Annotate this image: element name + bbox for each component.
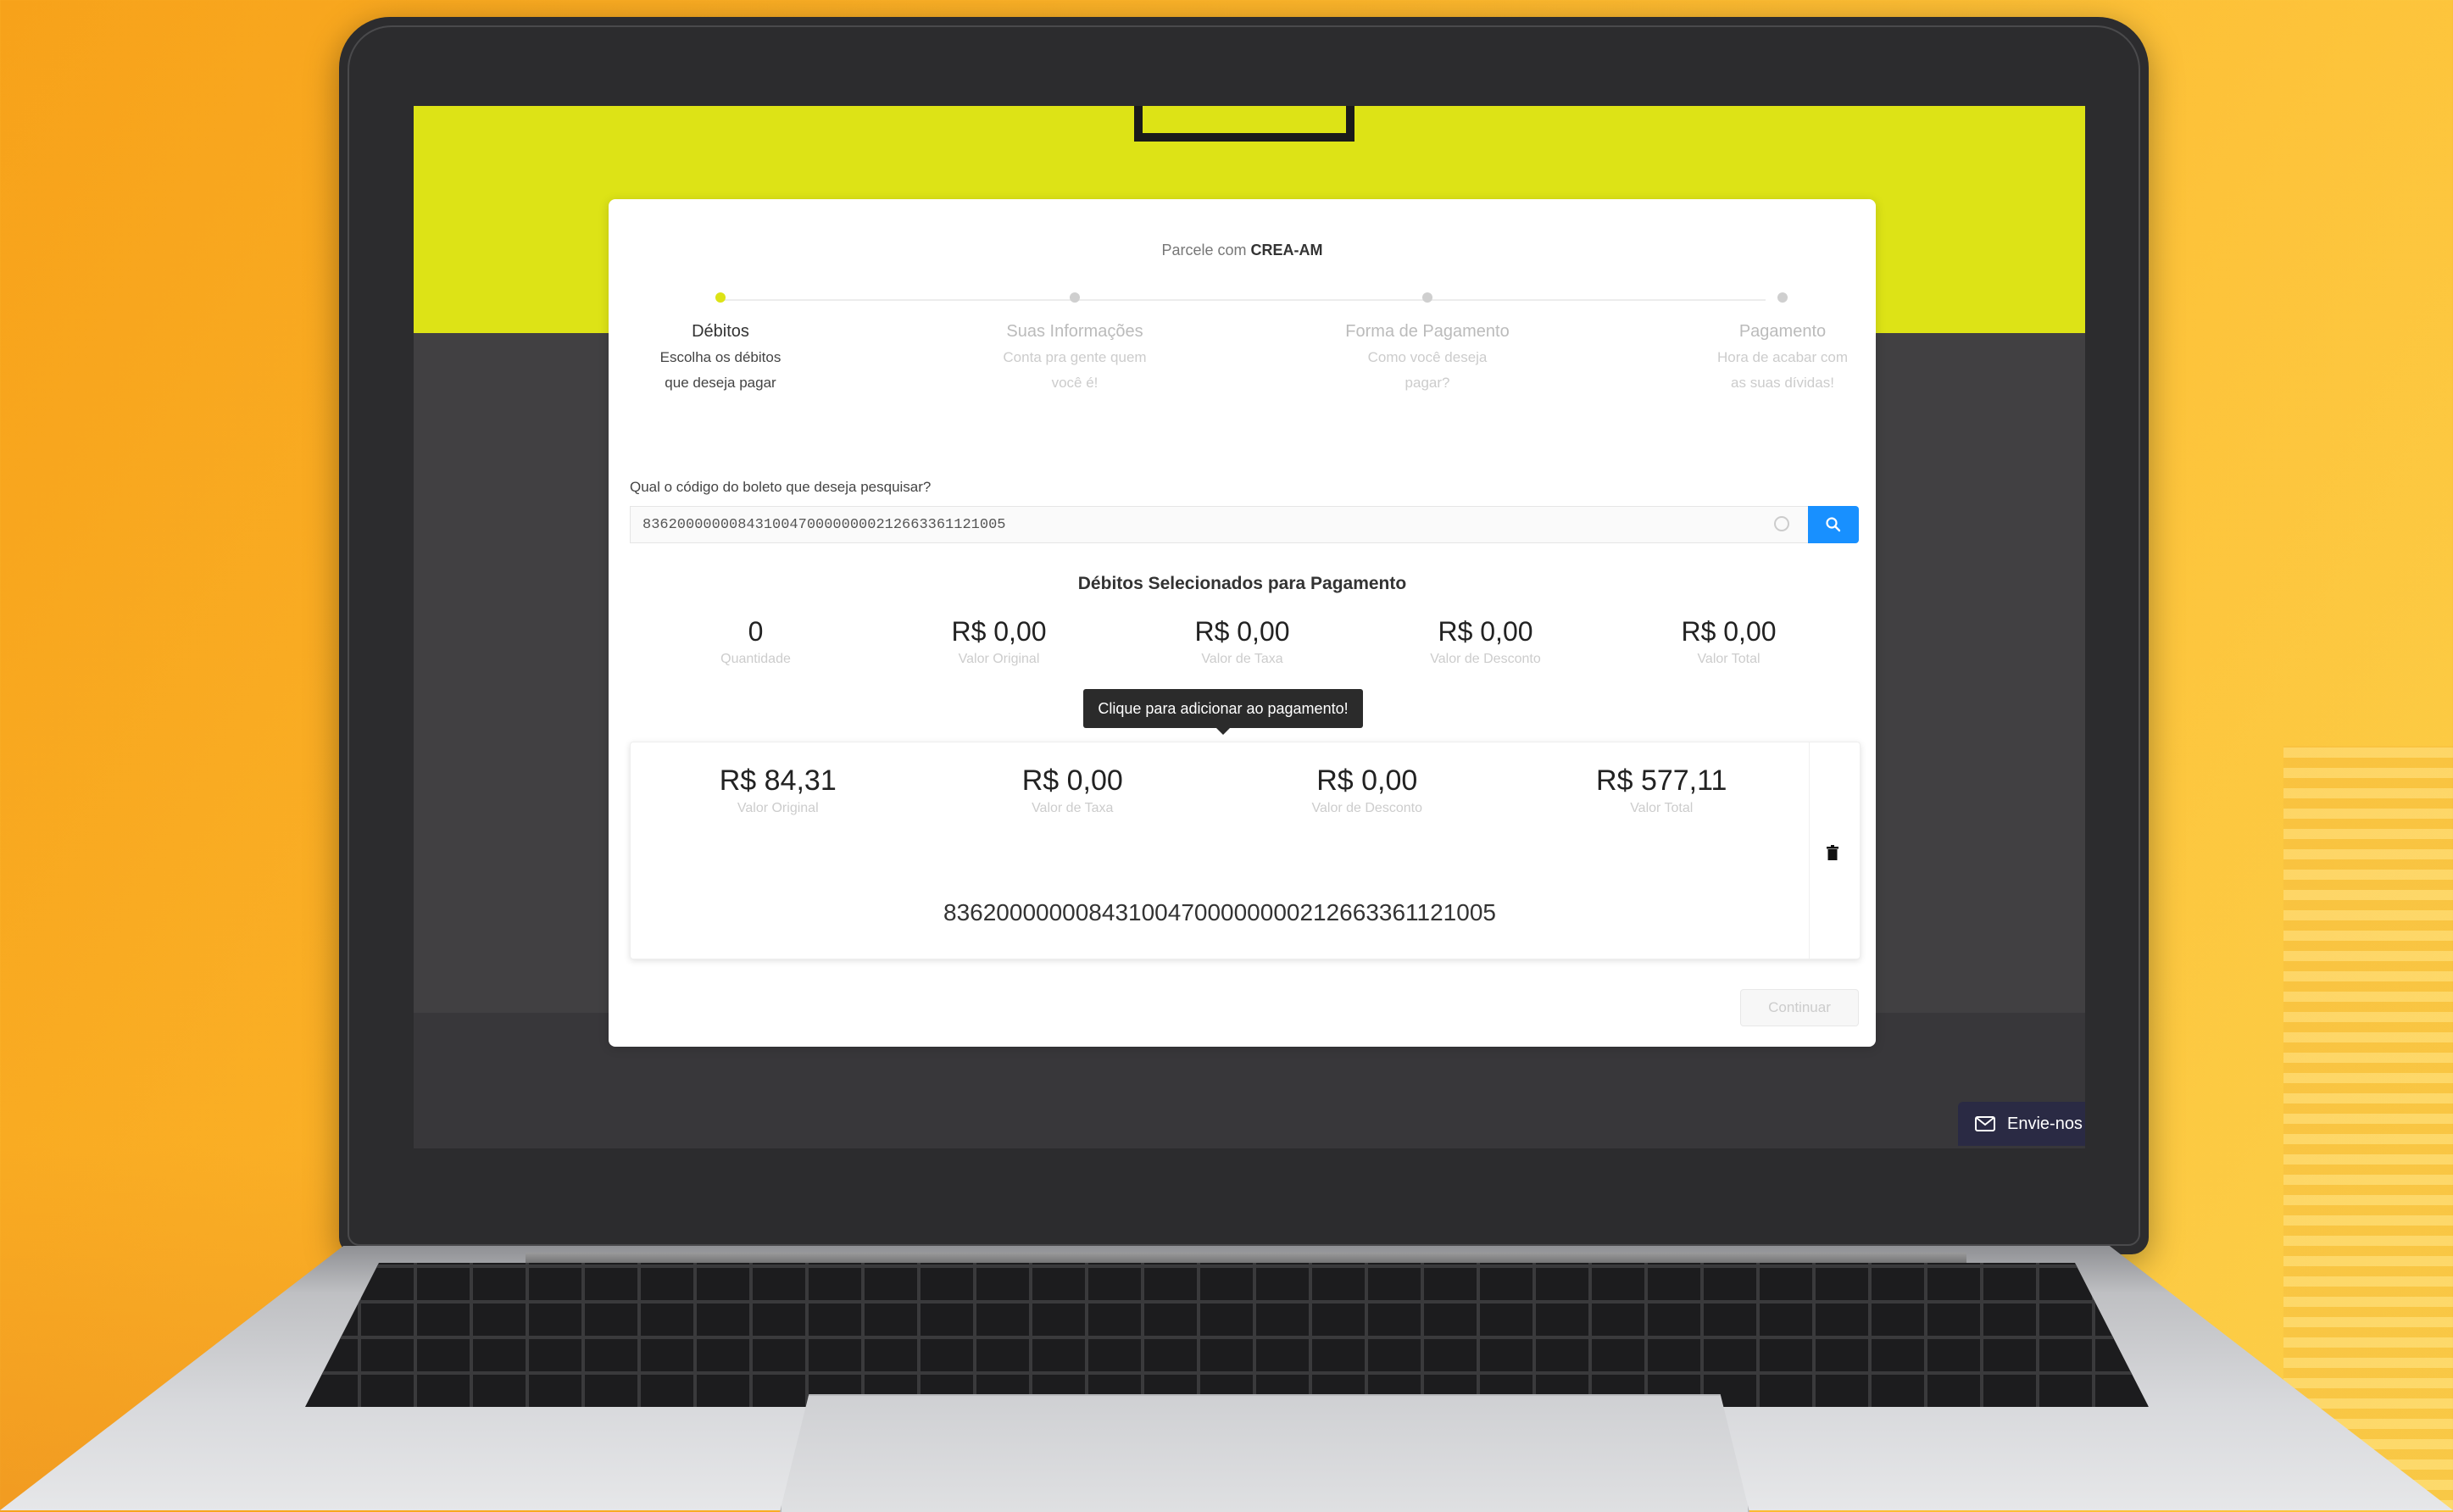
step-dot bbox=[715, 292, 726, 303]
search-label: Qual o código do boleto que deseja pesqu… bbox=[630, 479, 932, 495]
step-desc: Como você deseja bbox=[1367, 349, 1488, 365]
stat-label: Valor Total bbox=[1630, 801, 1694, 815]
laptop-keyboard bbox=[305, 1263, 2149, 1407]
debit-values: R$ 84,31 Valor Original R$ 0,00 Valor de… bbox=[631, 764, 1809, 816]
stat-value: R$ 0,00 bbox=[1681, 616, 1777, 647]
step-dot bbox=[1777, 292, 1788, 303]
stat-value: R$ 84,31 bbox=[719, 764, 837, 797]
summary-quantidade: 0 Quantidade bbox=[634, 614, 877, 674]
stepper-line bbox=[719, 299, 1766, 301]
step-desc: Hora de acabar com bbox=[1716, 349, 1849, 365]
step-title: Pagamento bbox=[1738, 322, 1827, 341]
step-suas-informacoes[interactable]: Suas Informações Conta pra gente quem vo… bbox=[973, 292, 1176, 396]
step-title: Débitos bbox=[692, 322, 749, 341]
clear-icon[interactable] bbox=[1774, 516, 1789, 531]
summary-valor-total: R$ 0,00 Valor Total bbox=[1607, 614, 1850, 674]
step-desc: as suas dívidas! bbox=[1731, 375, 1834, 391]
summary-valor-desconto: R$ 0,00 Valor de Desconto bbox=[1364, 614, 1607, 674]
stat-label: Valor de Desconto bbox=[1311, 801, 1422, 815]
stat-value: R$ 0,00 bbox=[951, 616, 1047, 647]
step-desc: você é! bbox=[1051, 375, 1099, 391]
selected-debits-title: Débitos Selecionados para Pagamento bbox=[1077, 574, 1407, 593]
stat-label: Quantidade bbox=[720, 652, 791, 666]
contact-label: Envie-nos bbox=[2007, 1114, 2083, 1133]
logo bbox=[1134, 106, 1354, 142]
delete-debit-button[interactable] bbox=[1820, 840, 1845, 865]
stat-label: Valor Original bbox=[958, 652, 1040, 666]
boleto-search-input[interactable] bbox=[630, 506, 1808, 543]
stat-value: R$ 0,00 bbox=[1021, 764, 1123, 797]
debit-valor-desconto: R$ 0,00 Valor de Desconto bbox=[1220, 764, 1515, 816]
search-icon bbox=[1826, 517, 1841, 532]
continue-button[interactable]: Continuar bbox=[1740, 989, 1859, 1026]
step-dot bbox=[1422, 292, 1432, 303]
step-dot bbox=[1070, 292, 1080, 303]
step-desc: que deseja pagar bbox=[665, 375, 776, 391]
laptop-hinge bbox=[526, 1253, 1966, 1265]
laptop-trackpad bbox=[780, 1394, 1749, 1512]
debit-code: 8362000000084310047000000002126633611210… bbox=[943, 899, 1496, 926]
summary-valor-taxa: R$ 0,00 Valor de Taxa bbox=[1121, 614, 1364, 674]
laptop-screen: Parcele com CREA-AM Débitos Escolha os d… bbox=[414, 106, 2085, 1148]
search-row bbox=[630, 506, 1859, 543]
stepper: Débitos Escolha os débitos que deseja pa… bbox=[660, 292, 1848, 462]
step-debitos[interactable]: Débitos Escolha os débitos que deseja pa… bbox=[619, 292, 822, 396]
debit-separator bbox=[1809, 742, 1810, 959]
mail-icon bbox=[1975, 1116, 1995, 1131]
stat-value: R$ 0,00 bbox=[1316, 764, 1418, 797]
add-payment-tooltip: Clique para adicionar ao pagamento! bbox=[1083, 689, 1363, 735]
search-button[interactable] bbox=[1808, 506, 1859, 543]
stat-value: R$ 577,11 bbox=[1596, 764, 1727, 797]
stat-label: Valor de Desconto bbox=[1430, 652, 1541, 666]
step-title: Suas Informações bbox=[1006, 322, 1143, 341]
step-desc: Escolha os débitos bbox=[659, 349, 782, 365]
step-desc: Conta pra gente quem bbox=[1003, 349, 1147, 365]
debit-valor-original: R$ 84,31 Valor Original bbox=[631, 764, 926, 816]
stat-label: Valor Original bbox=[737, 801, 819, 815]
step-title: Forma de Pagamento bbox=[1345, 322, 1510, 341]
parcele-brand: CREA-AM bbox=[1250, 242, 1323, 258]
stat-label: Valor de Taxa bbox=[1201, 652, 1283, 666]
stat-value: R$ 0,00 bbox=[1438, 616, 1533, 647]
step-desc: pagar? bbox=[1404, 375, 1450, 391]
trash-icon bbox=[1827, 845, 1838, 860]
parcele-prefix: Parcele com bbox=[1161, 242, 1247, 258]
contact-tab[interactable]: Envie-nos bbox=[1958, 1102, 2085, 1146]
selected-summary: 0 Quantidade R$ 0,00 Valor Original R$ 0… bbox=[634, 614, 1850, 674]
payment-card: Parcele com CREA-AM Débitos Escolha os d… bbox=[609, 199, 1876, 1047]
debit-valor-total: R$ 577,11 Valor Total bbox=[1515, 764, 1810, 816]
stat-label: Valor de Taxa bbox=[1032, 801, 1114, 815]
step-pagamento[interactable]: Pagamento Hora de acabar com as suas dív… bbox=[1681, 292, 1884, 396]
stat-label: Valor Total bbox=[1697, 652, 1760, 666]
summary-valor-original: R$ 0,00 Valor Original bbox=[877, 614, 1121, 674]
debit-valor-taxa: R$ 0,00 Valor de Taxa bbox=[926, 764, 1221, 816]
stat-value: R$ 0,00 bbox=[1194, 616, 1290, 647]
parcele-text: Parcele com CREA-AM bbox=[609, 242, 1876, 259]
step-forma-de-pagamento[interactable]: Forma de Pagamento Como você deseja paga… bbox=[1326, 292, 1529, 396]
debit-result-card[interactable]: R$ 84,31 Valor Original R$ 0,00 Valor de… bbox=[630, 742, 1861, 959]
background-buildings-right bbox=[2283, 746, 2453, 1510]
stat-value: 0 bbox=[748, 616, 764, 647]
